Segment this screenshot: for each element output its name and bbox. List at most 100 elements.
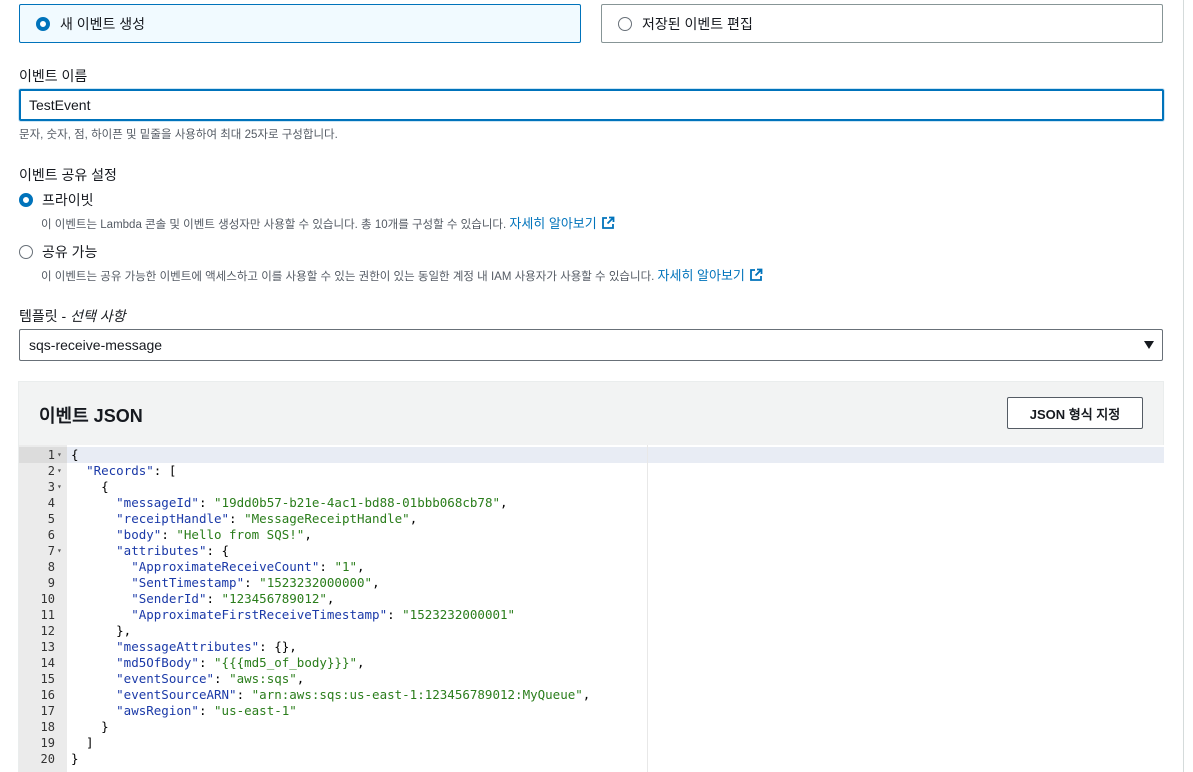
code-text: "ApproximateFirstReceiveTimestamp": "152…: [131, 607, 516, 622]
learn-more-label: 자세히 알아보기: [509, 216, 597, 231]
line-number: 11: [40, 608, 55, 622]
code-line: 9 "SentTimestamp": "1523232000000",: [19, 575, 1164, 591]
code-line: 1 ▾ {: [19, 447, 1164, 463]
code-text: "messageAttributes": {},: [116, 639, 297, 654]
fold-toggle-icon[interactable]: ▾: [57, 543, 65, 559]
code-line: 7 ▾ "attributes": {: [19, 543, 1164, 559]
learn-more-link-private[interactable]: 자세히 알아보기: [509, 216, 615, 231]
learn-more-label: 자세히 알아보기: [657, 268, 745, 283]
fold-toggle-icon[interactable]: ▾: [57, 479, 65, 495]
code-text: "awsRegion": "us-east-1": [116, 703, 297, 718]
event-name-hint: 문자, 숫자, 점, 하이픈 및 밑줄을 사용하여 최대 25자로 구성합니다.: [19, 129, 338, 141]
radio-private[interactable]: 프라이빗: [19, 190, 94, 210]
line-number: 6: [47, 528, 55, 542]
line-number: 18: [40, 720, 55, 734]
code-line: 13 "messageAttributes": {},: [19, 639, 1164, 655]
tile-new-event[interactable]: 새 이벤트 생성: [19, 4, 581, 43]
event-name-input[interactable]: [19, 89, 1164, 121]
code-line: 6 "body": "Hello from SQS!",: [19, 527, 1164, 543]
format-json-button[interactable]: JSON 형식 지정: [1007, 397, 1143, 429]
code-text: "attributes": {: [116, 543, 230, 558]
shareable-description-text: 이 이벤트는 공유 가능한 이벤트에 액세스하고 이를 사용할 수 있는 권한이…: [41, 271, 655, 283]
template-label-optional: 선택 사항: [70, 308, 126, 324]
code-text: }: [71, 751, 79, 766]
radio-shareable[interactable]: 공유 가능: [19, 242, 97, 262]
external-link-icon: [749, 268, 763, 281]
learn-more-link-shareable[interactable]: 자세히 알아보기: [658, 268, 763, 283]
code-line: 2 ▾ "Records": [: [19, 463, 1164, 479]
radio-private-label: 프라이빗: [42, 192, 94, 208]
template-select[interactable]: sqs-receive-message: [19, 329, 1163, 361]
code-text: "ApproximateReceiveCount": "1",: [131, 559, 365, 574]
template-label: 템플릿 - 선택 사항: [19, 306, 126, 326]
tile-edit-saved-label: 저장된 이벤트 편집: [642, 15, 753, 32]
code-text: "SentTimestamp": "1523232000000",: [131, 575, 380, 590]
external-link-icon: [601, 216, 615, 229]
line-number: 3: [47, 480, 55, 494]
fold-toggle-icon[interactable]: ▾: [57, 447, 65, 463]
code-text: }: [71, 719, 109, 734]
line-number: 9: [47, 576, 55, 590]
code-line: 17 "awsRegion": "us-east-1": [19, 703, 1164, 719]
code-line: 15 "eventSource": "aws:sqs",: [19, 671, 1164, 687]
line-number: 10: [40, 592, 55, 606]
event-json-title: 이벤트 JSON: [39, 406, 143, 426]
code-lines: 1 ▾{2 ▾ "Records": [3 ▾ {4 "messageId": "19…: [19, 447, 1164, 767]
code-line: 12 },: [19, 623, 1164, 639]
line-number: 17: [40, 704, 55, 718]
radio-selected-icon[interactable]: [19, 193, 33, 207]
line-number: 1: [47, 448, 55, 462]
line-number: 14: [40, 656, 55, 670]
code-text: "messageId": "19dd0b57-b21e-4ac1-bd88-01…: [116, 495, 508, 510]
caret-down-icon: [1144, 341, 1154, 349]
json-code-editor[interactable]: 1 ▾{2 ▾ "Records": [3 ▾ {4 "messageId": "19…: [19, 445, 1164, 772]
radio-unselected-icon[interactable]: [19, 245, 33, 259]
fold-toggle-icon[interactable]: ▾: [57, 463, 65, 479]
line-number: 2: [47, 464, 55, 478]
line-number: 15: [40, 672, 55, 686]
code-text: "md5OfBody": "{{{md5_of_body}}}",: [116, 655, 365, 670]
code-text: "body": "Hello from SQS!",: [116, 527, 312, 542]
code-line: 16 "eventSourceARN": "arn:aws:sqs:us-eas…: [19, 687, 1164, 703]
line-number: 8: [47, 560, 55, 574]
line-number: 4: [47, 496, 55, 510]
line-number: 19: [40, 736, 55, 750]
line-number: 7: [47, 544, 55, 558]
event-sharing-label: 이벤트 공유 설정: [19, 167, 117, 183]
template-select-value: sqs-receive-message: [29, 337, 163, 353]
event-json-panel: 이벤트 JSON JSON 형식 지정 1 ▾{2 ▾ "Records": [3 ▾…: [18, 381, 1164, 772]
private-description: 이 이벤트는 Lambda 콘솔 및 이벤트 생성자만 사용할 수 있습니다. …: [41, 213, 615, 232]
code-text: "SenderId": "123456789012",: [131, 591, 335, 606]
code-text: "eventSourceARN": "arn:aws:sqs:us-east-1…: [116, 687, 591, 702]
shareable-description: 이 이벤트는 공유 가능한 이벤트에 액세스하고 이를 사용할 수 있는 권한이…: [41, 265, 763, 284]
line-number: 5: [47, 512, 55, 526]
tile-new-event-label: 새 이벤트 생성: [60, 15, 146, 32]
tile-edit-saved-event[interactable]: 저장된 이벤트 편집: [601, 4, 1163, 43]
line-number: 12: [40, 624, 55, 638]
code-line: 18 }: [19, 719, 1164, 735]
code-text: {: [71, 479, 109, 494]
private-description-text: 이 이벤트는 Lambda 콘솔 및 이벤트 생성자만 사용할 수 있습니다. …: [41, 219, 507, 231]
radio-shareable-label: 공유 가능: [42, 244, 98, 260]
line-number: 13: [40, 640, 55, 654]
line-number: 20: [40, 752, 55, 766]
template-label-main: 템플릿 -: [19, 308, 71, 324]
code-line: 5 "receiptHandle": "MessageReceiptHandle…: [19, 511, 1164, 527]
code-line: 20}: [19, 751, 1164, 767]
line-number: 16: [40, 688, 55, 702]
code-text: "eventSource": "aws:sqs",: [116, 671, 305, 686]
code-line: 8 "ApproximateReceiveCount": "1",: [19, 559, 1164, 575]
page-right-border: [1183, 0, 1184, 772]
code-text: ]: [71, 735, 94, 750]
code-text: "Records": [: [86, 463, 177, 478]
code-text: {: [71, 447, 79, 462]
code-line: 3 ▾ {: [19, 479, 1164, 495]
code-line: 10 "SenderId": "123456789012",: [19, 591, 1164, 607]
radio-unselected-icon[interactable]: [618, 16, 632, 31]
event-mode-tiles: 새 이벤트 생성 저장된 이벤트 편집: [19, 4, 1163, 43]
code-line: 4 "messageId": "19dd0b57-b21e-4ac1-bd88-…: [19, 495, 1164, 511]
code-line: 14 "md5OfBody": "{{{md5_of_body}}}",: [19, 655, 1164, 671]
code-line: 11 "ApproximateFirstReceiveTimestamp": "…: [19, 607, 1164, 623]
radio-selected-icon[interactable]: [36, 16, 50, 31]
code-line: 19 ]: [19, 735, 1164, 751]
